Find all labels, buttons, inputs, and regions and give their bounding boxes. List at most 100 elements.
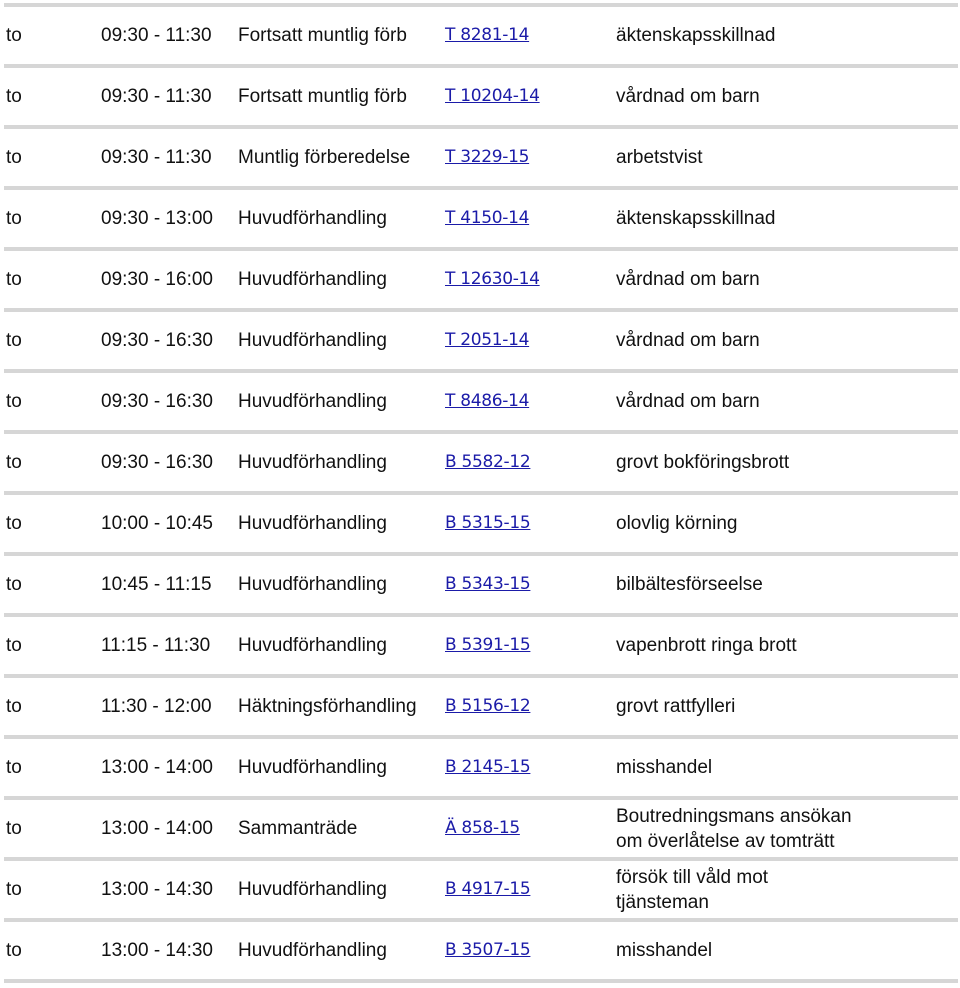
case-description: Boutredningsmans ansökan om överlåtelse …: [616, 805, 852, 852]
case-description: grovt rattfylleri: [616, 696, 736, 717]
case-description: äktenskapsskillnad: [616, 25, 776, 46]
day-cell: to: [6, 696, 22, 717]
table-row: to 10:00 - 10:45 Huvudförhandling B 5315-15…: [0, 495, 960, 552]
case-number-cell: B 5343-15: [445, 556, 531, 613]
case-description: arbetstvist: [616, 147, 703, 168]
day-cell: to: [6, 25, 22, 46]
hearing-type-cell: Sammanträde: [238, 818, 358, 839]
case-number-link[interactable]: T 8486-14: [445, 389, 529, 414]
case-number-cell: Ä 858-15: [445, 800, 520, 857]
case-description: försök till våld mot tjänsteman: [616, 866, 769, 913]
case-number-link[interactable]: T 2051-14: [445, 328, 529, 353]
day-cell: to: [6, 574, 22, 595]
case-description-cell: grovt rattfylleri: [616, 678, 856, 735]
table-row: to 09:30 - 16:30 Huvudförhandling B 5582-12…: [0, 434, 960, 491]
case-number-cell: T 8486-14: [445, 373, 529, 430]
table-row: to 09:30 - 11:30 Fortsatt muntlig förb T 82…: [0, 7, 960, 64]
table-row: to 13:00 - 14:30 Huvudförhandling B 4917-15…: [0, 861, 960, 918]
case-number-cell: B 5156-12: [445, 678, 531, 735]
row-separator: [4, 979, 958, 983]
case-description: olovlig körning: [616, 513, 738, 534]
case-number-link[interactable]: B 3507-15: [445, 938, 531, 963]
table-row: to 09:30 - 11:30 Muntlig förberedelse T 322…: [0, 129, 960, 186]
case-description: vårdnad om barn: [616, 330, 760, 351]
case-description: äktenskapsskillnad: [616, 208, 776, 229]
case-number-cell: T 8281-14: [445, 7, 529, 64]
case-number-link[interactable]: B 5315-15: [445, 511, 531, 536]
case-number-link[interactable]: B 5582-12: [445, 450, 531, 475]
case-description-cell: vårdnad om barn: [616, 312, 856, 369]
case-number-cell: B 2145-15: [445, 739, 531, 796]
case-description-cell: misshandel: [616, 739, 856, 796]
table-row: to 09:30 - 16:30 Huvudförhandling T 8486-14…: [0, 373, 960, 430]
time-cell: 13:00 - 14:00: [101, 818, 213, 839]
case-description: vårdnad om barn: [616, 391, 760, 412]
case-description: misshandel: [616, 940, 713, 961]
case-number-cell: T 3229-15: [445, 129, 529, 186]
case-description-cell: vårdnad om barn: [616, 251, 856, 308]
case-description: bilbältesförseelse: [616, 574, 763, 595]
time-cell: 11:15 - 11:30: [101, 635, 211, 656]
day-cell: to: [6, 269, 22, 290]
case-number-link[interactable]: B 5343-15: [445, 572, 531, 597]
time-cell: 13:00 - 14:30: [101, 940, 213, 961]
hearing-type-cell: Häktningsförhandling: [238, 696, 417, 717]
day-cell: to: [6, 86, 22, 107]
case-description: vapenbrott ringa brott: [616, 635, 797, 656]
case-description-cell: vårdnad om barn: [616, 373, 856, 430]
time-cell: 13:00 - 14:00: [101, 757, 213, 778]
time-cell: 11:30 - 12:00: [101, 696, 212, 717]
case-description-cell: Boutredningsmans ansökan om överlåtelse …: [616, 800, 856, 857]
table-row: to 13:00 - 14:00 Sammanträde Ä 858-15 Boutre…: [0, 800, 960, 857]
case-description: misshandel: [616, 757, 713, 778]
case-description-cell: olovlig körning: [616, 495, 856, 552]
day-cell: to: [6, 391, 22, 412]
time-cell: 09:30 - 11:30: [101, 25, 212, 46]
case-number-link[interactable]: T 10204-14: [445, 84, 540, 109]
day-cell: to: [6, 879, 22, 900]
case-number-link[interactable]: T 4150-14: [445, 206, 529, 231]
hearing-type-cell: Huvudförhandling: [238, 330, 387, 351]
day-cell: to: [6, 818, 22, 839]
hearing-type-cell: Muntlig förberedelse: [238, 147, 411, 168]
table-row: to 11:30 - 12:00 Häktningsförhandling B 515…: [0, 678, 960, 735]
table-row: to 09:30 - 16:30 Huvudförhandling T 2051-14…: [0, 312, 960, 369]
case-description-cell: vapenbrott ringa brott: [616, 617, 856, 674]
case-number-link[interactable]: T 12630-14: [445, 267, 540, 292]
day-cell: to: [6, 757, 22, 778]
hearing-type-cell: Huvudförhandling: [238, 757, 387, 778]
day-cell: to: [6, 940, 22, 961]
case-number-link[interactable]: T 3229-15: [445, 145, 529, 170]
day-cell: to: [6, 452, 22, 473]
time-cell: 13:00 - 14:30: [101, 879, 213, 900]
case-description-cell: grovt bokföringsbrott: [616, 434, 856, 491]
case-number-link[interactable]: Ä 858-15: [445, 816, 520, 841]
case-description: vårdnad om barn: [616, 269, 760, 290]
time-cell: 09:30 - 11:30: [101, 86, 212, 107]
hearing-type-cell: Huvudförhandling: [238, 391, 387, 412]
case-number-cell: B 5391-15: [445, 617, 531, 674]
hearing-type-cell: Fortsatt muntlig förb: [238, 86, 407, 107]
table-row: to 11:15 - 11:30 Huvudförhandling B 5391-15…: [0, 617, 960, 674]
case-number-link[interactable]: B 5391-15: [445, 633, 531, 658]
table-row: to 09:30 - 13:00 Huvudförhandling T 4150-14…: [0, 190, 960, 247]
case-number-cell: T 2051-14: [445, 312, 529, 369]
time-cell: 09:30 - 16:00: [101, 269, 213, 290]
case-number-link[interactable]: B 5156-12: [445, 694, 531, 719]
time-cell: 10:00 - 10:45: [101, 513, 213, 534]
day-cell: to: [6, 208, 22, 229]
hearing-type-cell: Huvudförhandling: [238, 940, 387, 961]
time-cell: 09:30 - 16:30: [101, 330, 213, 351]
hearing-type-cell: Huvudförhandling: [238, 879, 387, 900]
case-number-cell: T 12630-14: [445, 251, 540, 308]
case-description-cell: arbetstvist: [616, 129, 856, 186]
case-number-link[interactable]: B 4917-15: [445, 877, 531, 902]
case-description-cell: bilbältesförseelse: [616, 556, 856, 613]
time-cell: 09:30 - 16:30: [101, 452, 213, 473]
case-description: vårdnad om barn: [616, 86, 760, 107]
case-number-link[interactable]: B 2145-15: [445, 755, 531, 780]
case-number-cell: T 4150-14: [445, 190, 529, 247]
case-number-link[interactable]: T 8281-14: [445, 23, 529, 48]
day-cell: to: [6, 513, 22, 534]
case-description-cell: äktenskapsskillnad: [616, 190, 856, 247]
